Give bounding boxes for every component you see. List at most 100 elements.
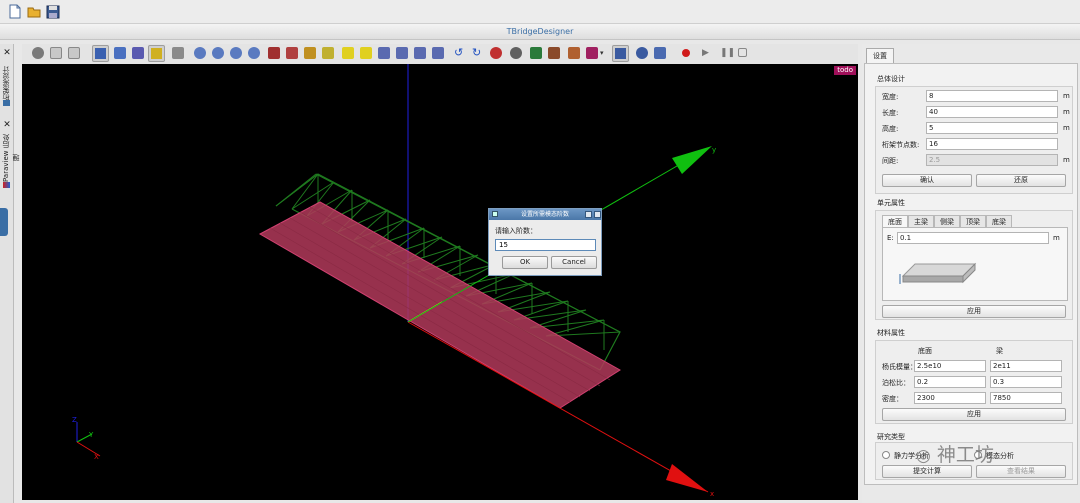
- menu-bar: [0, 0, 1080, 24]
- element-tab-body: E: 0.1 m: [882, 227, 1068, 301]
- confirm-button[interactable]: 确认: [882, 174, 972, 187]
- e-field[interactable]: 0.1: [897, 232, 1049, 244]
- tab-settings[interactable]: 设置: [866, 48, 894, 63]
- x-axis-label: x: [710, 490, 714, 498]
- zoom-fit-icon[interactable]: [248, 47, 260, 59]
- spacing-field: 2.5: [926, 154, 1058, 166]
- highlight-icon[interactable]: [148, 45, 165, 62]
- view-back-icon[interactable]: [360, 47, 372, 59]
- axis-icon[interactable]: [68, 47, 80, 59]
- view-front-icon[interactable]: [342, 47, 354, 59]
- points-mode-icon[interactable]: [654, 47, 666, 59]
- orbit-icon[interactable]: [286, 47, 298, 59]
- material-props-title: 材料属性: [877, 329, 905, 337]
- palette-dropdown-icon[interactable]: [586, 47, 598, 59]
- height-field[interactable]: 5: [926, 122, 1058, 134]
- bridge-model-render: y x Y X Z: [72, 64, 716, 498]
- material-props-group: 底面 梁 杨氏模量： 2.5e10 2e11 泊松比： 0.2 0.3 密度： …: [875, 340, 1073, 424]
- youngs-beam-field[interactable]: 2e11: [990, 360, 1062, 372]
- density-label: 密度：: [882, 395, 903, 403]
- new-file-icon[interactable]: [8, 4, 22, 19]
- statics-radio[interactable]: [882, 451, 890, 459]
- density-bottom-field[interactable]: 2300: [914, 392, 986, 404]
- tab-paraview[interactable]: Paraview 后处理: [1, 132, 20, 184]
- settings-icon[interactable]: [510, 47, 522, 59]
- plate-diagram: [899, 262, 977, 284]
- svg-text:Y: Y: [88, 431, 94, 439]
- ok-button[interactable]: OK: [502, 256, 548, 269]
- rotate-ccw-icon[interactable]: ↺: [454, 47, 466, 59]
- settings-body: 总体设计 宽度: 8 m 长度: 40 m 高度: 5 m 桁架节点数: 16 …: [864, 63, 1078, 485]
- length-unit: m: [1063, 108, 1070, 116]
- stop-icon[interactable]: [738, 48, 747, 57]
- modal-order-dialog: 设置所需模态阶数 请输入阶数： OK Cancel: [488, 208, 602, 276]
- rotate-icon[interactable]: [50, 47, 62, 59]
- pick-point-icon[interactable]: [132, 47, 144, 59]
- view-top-icon[interactable]: [414, 47, 426, 59]
- y-axis-arrow: [672, 146, 712, 174]
- settings-panel: 设置 总体设计 宽度: 8 m 长度: 40 m 高度: 5 m 桁架节点数: …: [862, 44, 1080, 503]
- chart-icon[interactable]: [548, 47, 560, 59]
- x-axis-arrow: [666, 464, 708, 492]
- book-icon[interactable]: [530, 47, 542, 59]
- view-right-icon[interactable]: [396, 47, 408, 59]
- material-apply-button[interactable]: 应用: [882, 408, 1066, 421]
- camera-icon[interactable]: [32, 47, 44, 59]
- truss-nodes-field[interactable]: 16: [926, 138, 1058, 150]
- close-icon[interactable]: ✕: [2, 120, 12, 130]
- element-apply-button[interactable]: 应用: [882, 305, 1066, 318]
- e-unit: m: [1053, 234, 1060, 242]
- chevron-down-icon[interactable]: ▾: [600, 47, 606, 59]
- svg-text:Z: Z: [72, 416, 77, 424]
- dialog-close-button[interactable]: [594, 211, 601, 218]
- spin-icon[interactable]: [322, 47, 334, 59]
- record-icon[interactable]: [682, 49, 690, 57]
- light-icon[interactable]: [304, 47, 316, 59]
- view-left-icon[interactable]: [378, 47, 390, 59]
- width-unit: m: [1063, 92, 1070, 100]
- cancel-button[interactable]: Cancel: [551, 256, 597, 269]
- width-field[interactable]: 8: [926, 90, 1058, 102]
- filter-icon[interactable]: [568, 47, 580, 59]
- select-icon[interactable]: [92, 45, 109, 62]
- close-icon[interactable]: ✕: [2, 48, 12, 58]
- dialog-prompt: 请输入阶数：: [495, 227, 537, 235]
- play-icon[interactable]: ▶: [702, 47, 714, 59]
- view-bottom-icon[interactable]: [432, 47, 444, 59]
- wechat-icon: ◎: [916, 446, 931, 466]
- orientation-triad: Y X Z: [72, 416, 101, 461]
- youngs-bottom-field[interactable]: 2.5e10: [914, 360, 986, 372]
- watermark-text: 神工坊: [936, 444, 994, 466]
- 3d-viewport[interactable]: y x Y X Z todo: [22, 64, 858, 500]
- zoom-out-icon[interactable]: [212, 47, 224, 59]
- width-label: 宽度:: [882, 93, 899, 101]
- surface-mode-icon[interactable]: [612, 45, 629, 62]
- poisson-beam-field[interactable]: 0.3: [990, 376, 1062, 388]
- overall-design-group: 宽度: 8 m 长度: 40 m 高度: 5 m 桁架节点数: 16 间距: 2…: [875, 86, 1073, 194]
- element-props-title: 单元属性: [877, 199, 905, 207]
- open-folder-icon[interactable]: [27, 4, 41, 19]
- restore-button[interactable]: 还原: [976, 174, 1066, 187]
- element-props-group: 底面 主梁 侧梁 顶梁 底梁 E: 0.1 m 应用: [875, 210, 1073, 320]
- dialog-app-icon: [492, 211, 498, 217]
- zoom-in-icon[interactable]: [194, 47, 206, 59]
- length-field[interactable]: 40: [926, 106, 1058, 118]
- rotate-cw-icon[interactable]: ↻: [472, 47, 484, 59]
- youngs-label: 杨氏模量：: [882, 363, 917, 371]
- zoom-box-icon[interactable]: [230, 47, 242, 59]
- length-label: 长度:: [882, 109, 899, 117]
- pan-icon[interactable]: [268, 47, 280, 59]
- palette-icon[interactable]: [490, 47, 502, 59]
- order-input[interactable]: [495, 239, 596, 251]
- spacing-label: 间距:: [882, 157, 899, 165]
- pause-icon[interactable]: ❚❚: [720, 47, 735, 59]
- density-beam-field[interactable]: 7850: [990, 392, 1062, 404]
- dock-collapse-handle[interactable]: [0, 208, 8, 236]
- measure-icon[interactable]: [172, 47, 184, 59]
- poisson-bottom-field[interactable]: 0.2: [914, 376, 986, 388]
- pick-cell-icon[interactable]: [114, 47, 126, 59]
- wireframe-mode-icon[interactable]: [636, 47, 648, 59]
- poisson-label: 泊松比：: [882, 379, 910, 387]
- save-disk-icon[interactable]: [46, 4, 60, 19]
- dialog-maximize-button[interactable]: [585, 211, 592, 218]
